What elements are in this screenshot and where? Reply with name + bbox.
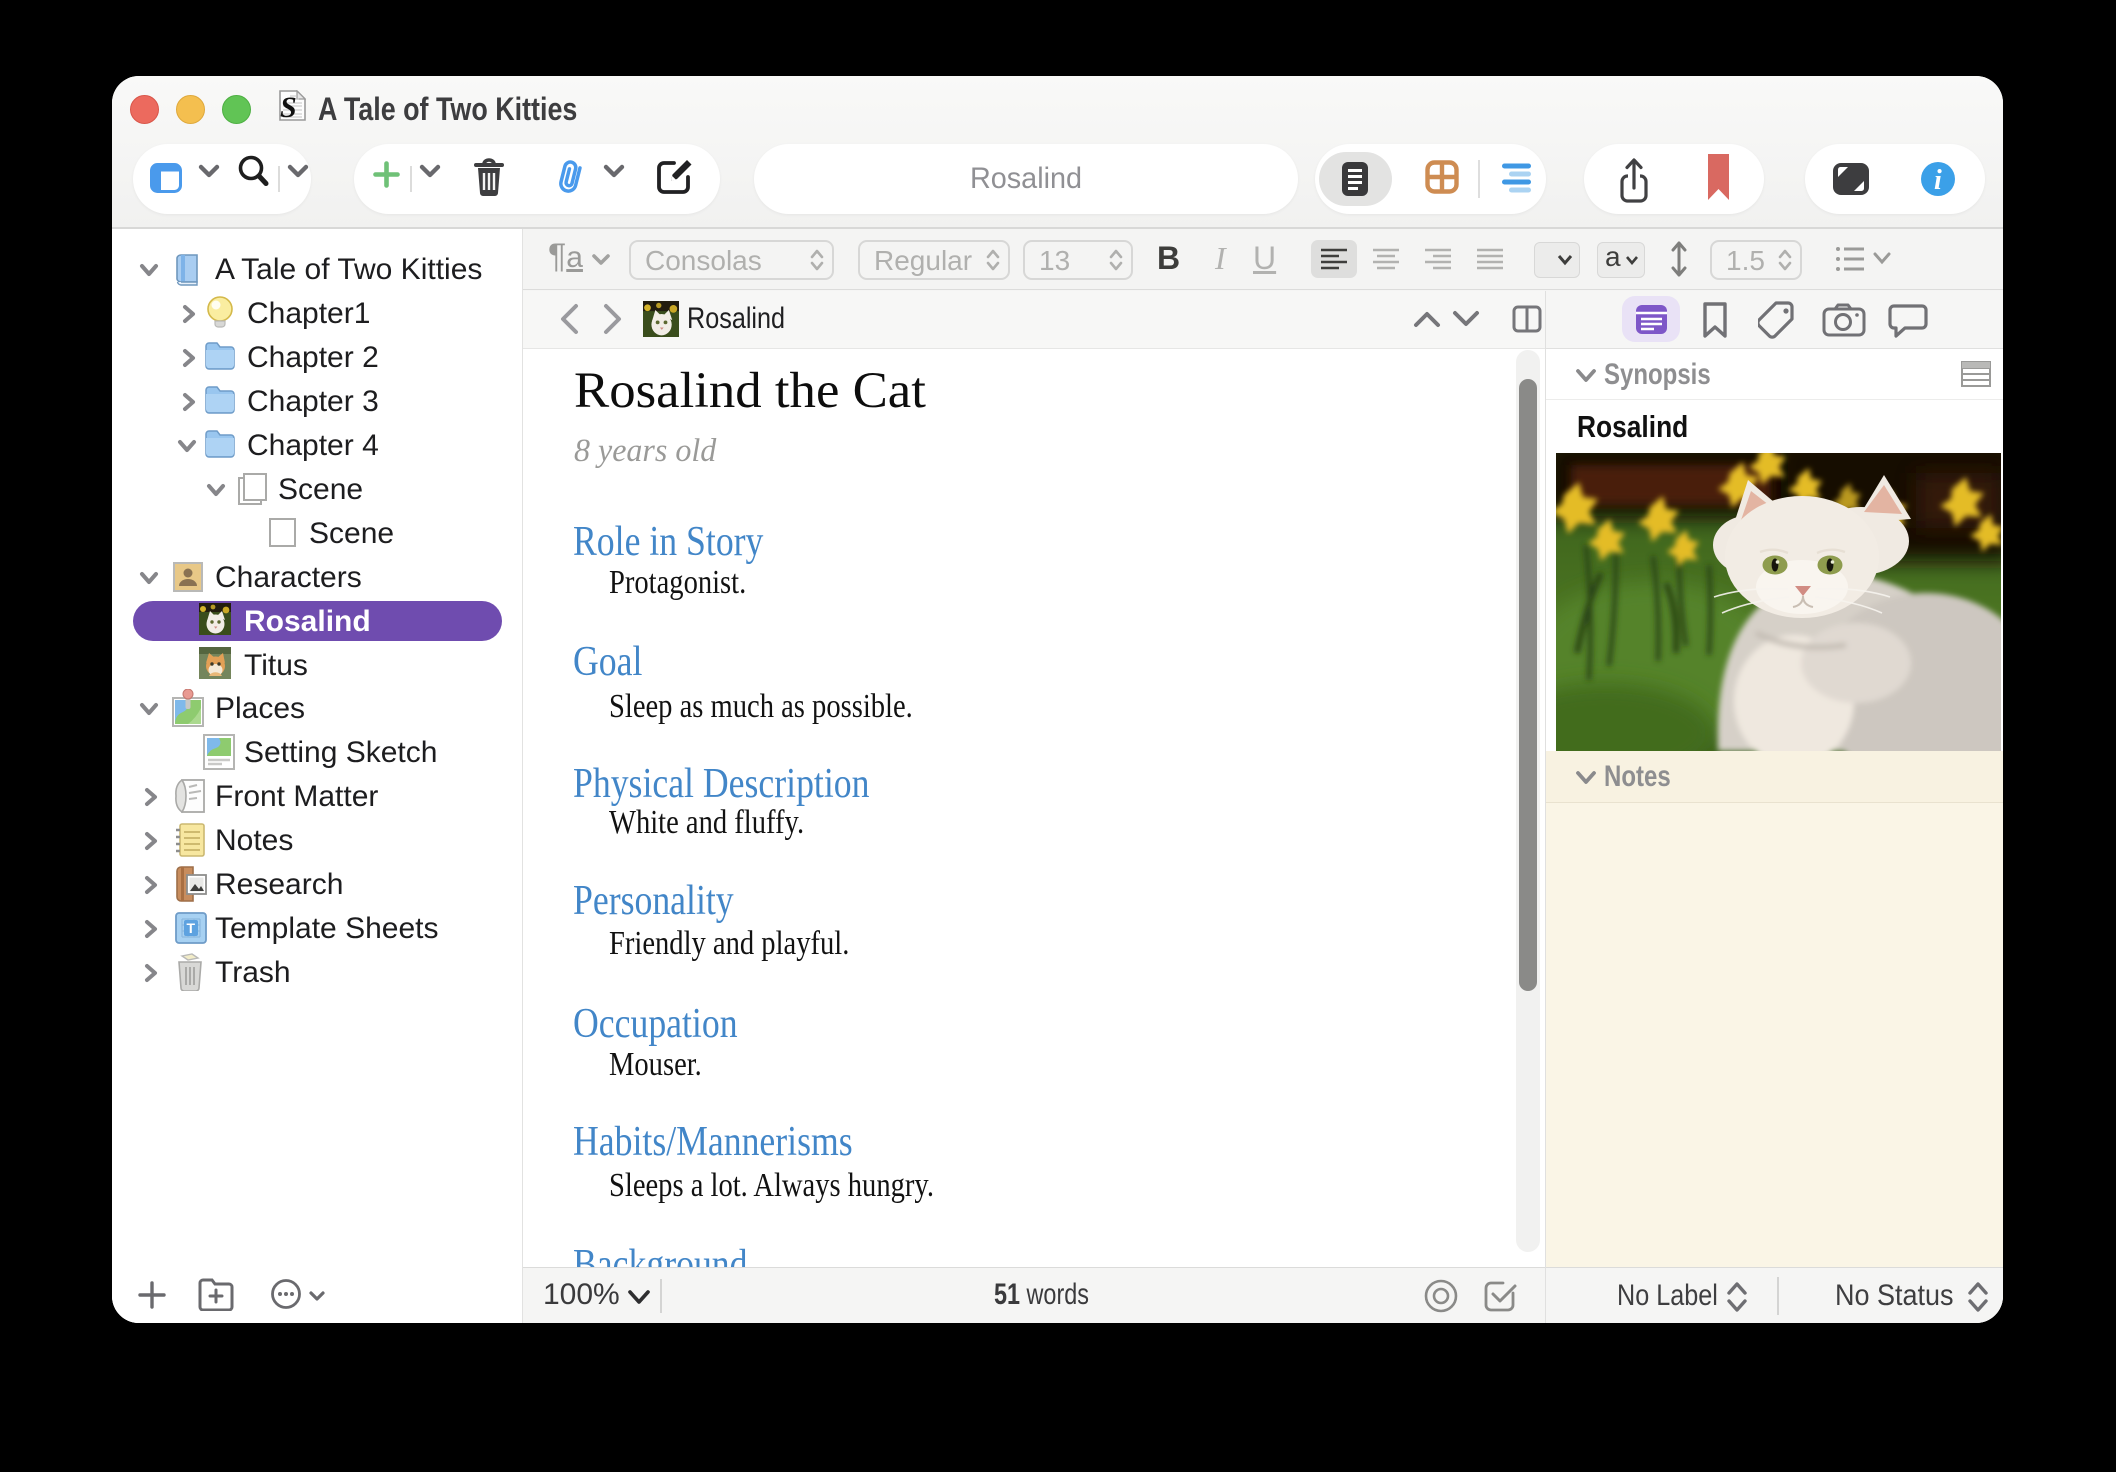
svg-text:i: i xyxy=(1934,165,1942,196)
svg-text:T: T xyxy=(187,920,196,936)
svg-text:S: S xyxy=(280,91,297,121)
